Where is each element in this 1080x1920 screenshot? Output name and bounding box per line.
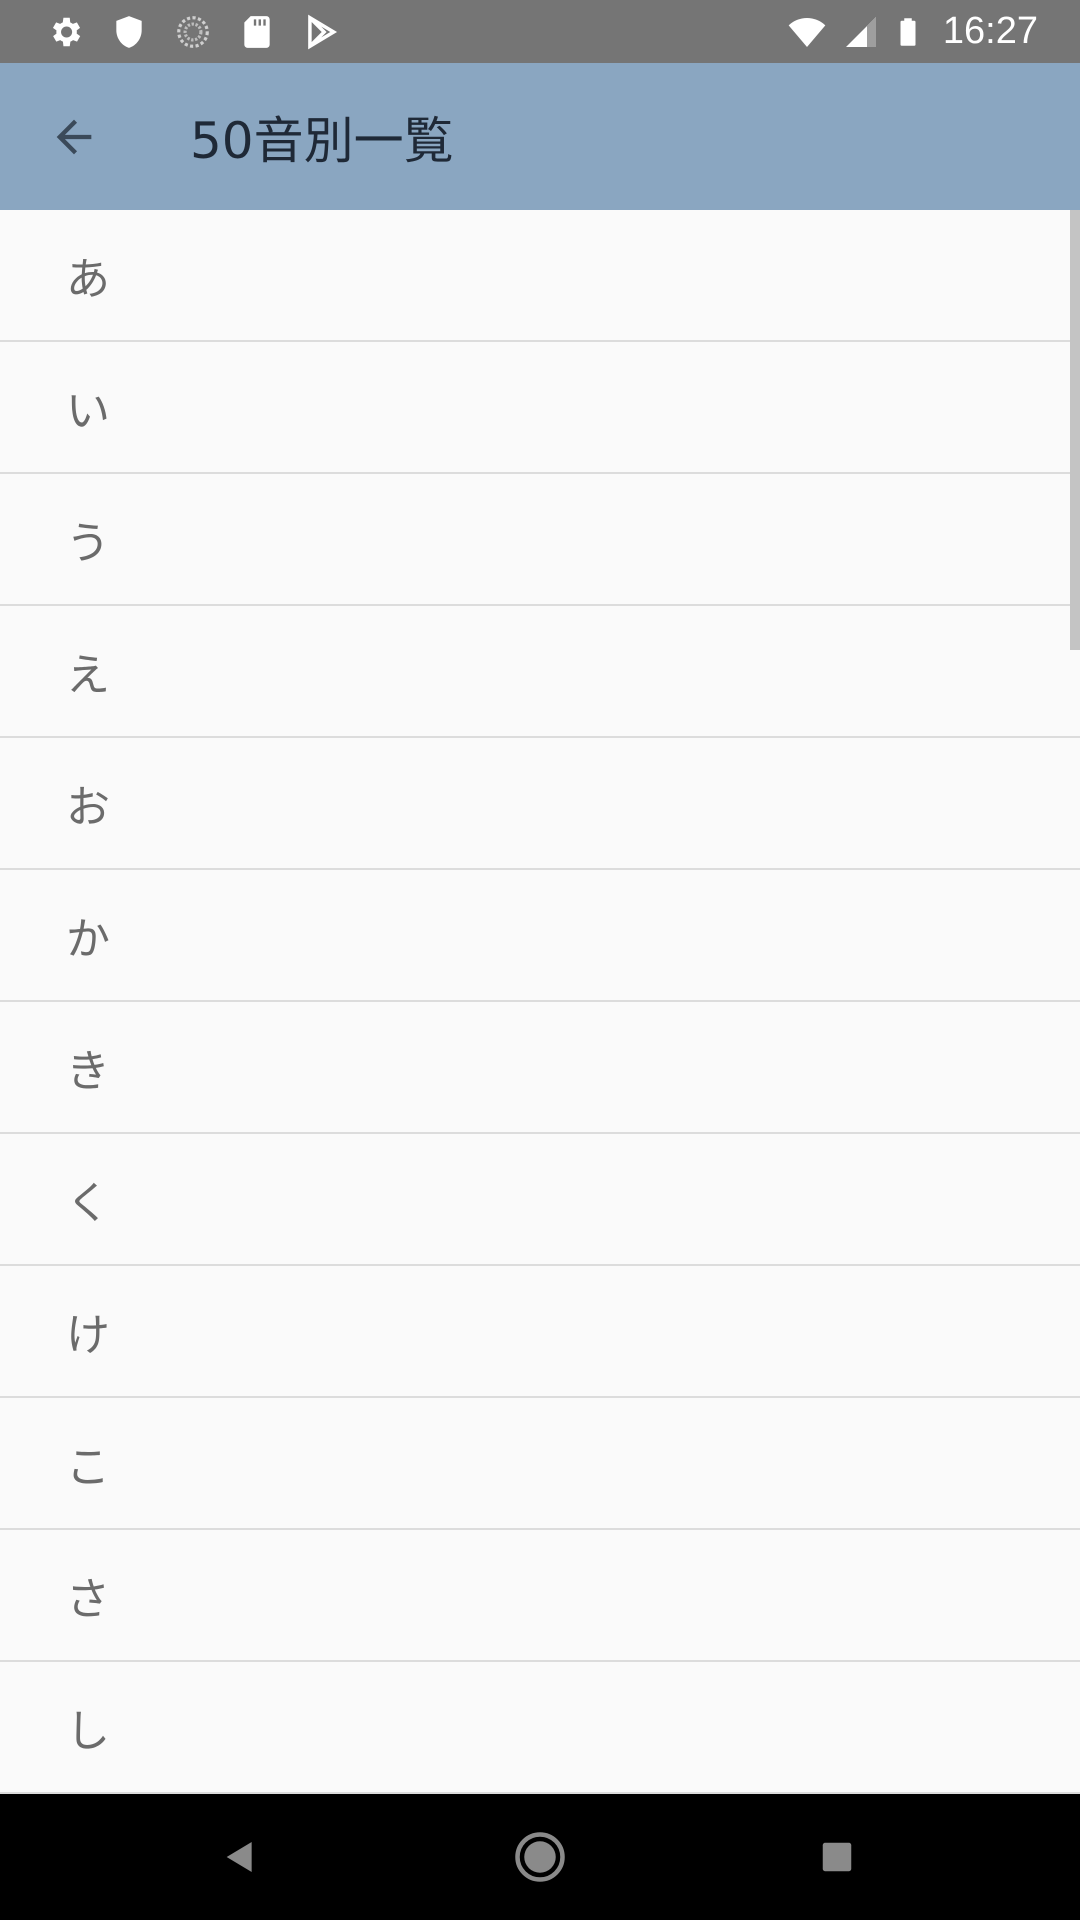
kana-list: あ い う え お か き く け こ さ し: [0, 210, 1080, 1794]
list-item[interactable]: さ: [0, 1530, 1080, 1662]
page-title: 50音別一覧: [190, 111, 454, 170]
list-item[interactable]: え: [0, 606, 1080, 738]
sd-card-icon: [244, 15, 270, 48]
list-item[interactable]: し: [0, 1662, 1080, 1794]
play-store-icon: [308, 14, 338, 49]
list-item-label: け: [66, 1310, 110, 1361]
status-bar: 16:27: [0, 0, 1080, 63]
nav-back-button[interactable]: [205, 1822, 275, 1892]
list-item-label: い: [66, 386, 110, 437]
list-item[interactable]: お: [0, 738, 1080, 870]
app-bar: 50音別一覧: [0, 63, 1080, 210]
scrollbar[interactable]: [1070, 210, 1080, 650]
back-button[interactable]: [34, 103, 114, 171]
signal-icon: [845, 16, 876, 47]
sync-icon: [177, 15, 209, 48]
navigation-bar: [0, 1794, 1080, 1920]
list-item-label: く: [66, 1178, 110, 1229]
list-item[interactable]: う: [0, 474, 1080, 606]
status-clock: 16:27: [942, 10, 1038, 52]
list-item-label: え: [66, 650, 110, 701]
shield-icon: [116, 15, 142, 48]
settings-icon: [52, 17, 81, 46]
list-item[interactable]: く: [0, 1134, 1080, 1266]
list-item-label: き: [66, 1046, 110, 1097]
nav-home-button[interactable]: [505, 1822, 575, 1892]
list-item[interactable]: こ: [0, 1398, 1080, 1530]
list-item-label: し: [66, 1706, 110, 1757]
nav-home-icon: [515, 1832, 565, 1882]
status-left-icons: [46, 0, 340, 63]
nav-recents-button[interactable]: [802, 1822, 872, 1892]
list-item[interactable]: き: [0, 1002, 1080, 1134]
nav-back-icon: [226, 1842, 252, 1872]
list-item[interactable]: か: [0, 870, 1080, 1002]
list-item-label: こ: [66, 1442, 110, 1493]
status-right-icons: 16:27: [785, 0, 1038, 63]
list-item-label: あ: [66, 254, 110, 305]
list-item-label: か: [66, 914, 110, 965]
list-item[interactable]: け: [0, 1266, 1080, 1398]
battery-icon: [900, 17, 916, 46]
list-item[interactable]: い: [0, 342, 1080, 474]
wifi-icon: [788, 17, 826, 47]
list-item-label: う: [66, 518, 110, 569]
list-item-label: さ: [66, 1574, 110, 1625]
list-item-label: お: [66, 782, 110, 833]
nav-recents-icon: [822, 1842, 852, 1872]
arrow-back-icon: [56, 119, 92, 155]
list-item[interactable]: あ: [0, 210, 1080, 342]
